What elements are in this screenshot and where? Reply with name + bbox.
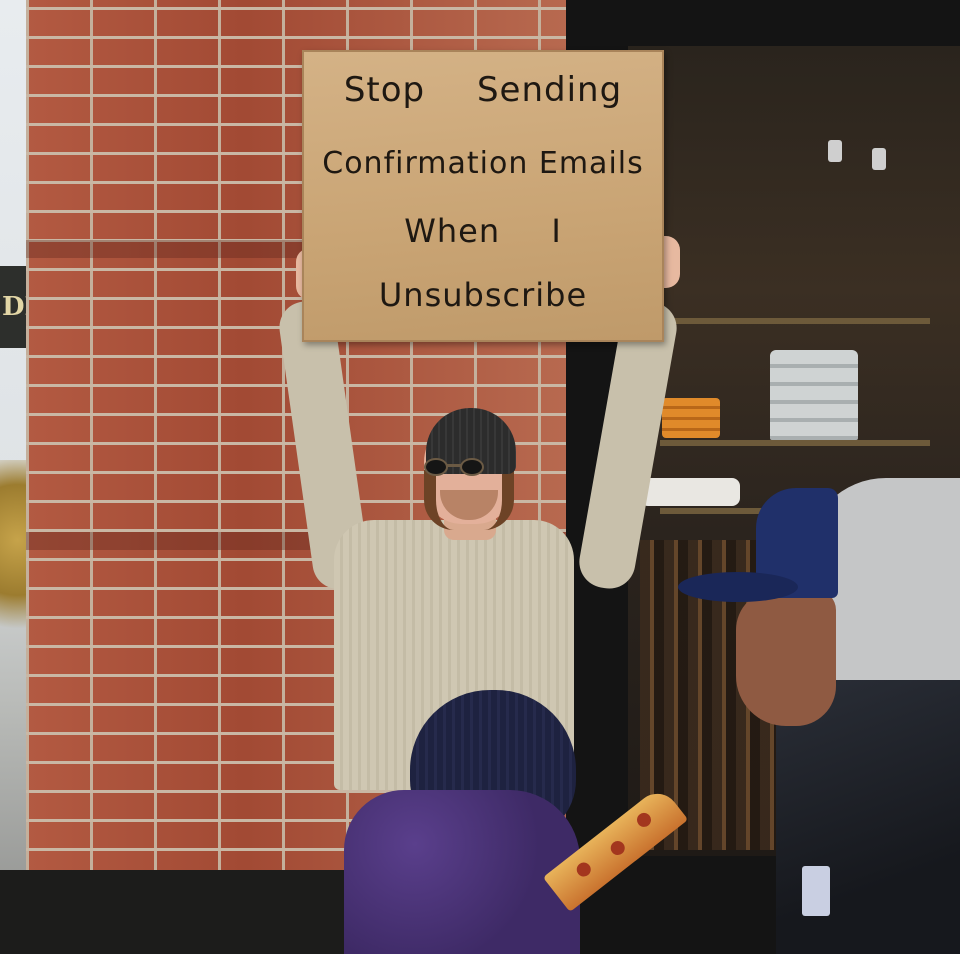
folded-clothes-stack [770,350,858,440]
child-purple-coat [344,790,580,954]
sign-line: Unsubscribe [378,276,588,314]
ceiling-spotlight [872,148,886,170]
cap-brim [678,572,798,602]
jacket-patch [802,866,830,916]
orange-clothes-stack [662,398,720,438]
ceiling-spotlight [828,140,842,162]
sign-line: Confirmation Emails [322,146,644,181]
pepperoni [634,810,654,830]
street-photo: DIT Stop Sending Confirmation Emails Whe… [0,0,960,954]
pepperoni [573,859,594,880]
shelf [660,318,930,324]
pepperoni [607,838,628,858]
sunglasses-lens [424,458,448,476]
white-clothes-pile [640,478,740,506]
sunglasses [424,458,486,476]
cardboard-sign: Stop Sending Confirmation Emails When I … [302,50,664,342]
sunglasses-lens [460,458,484,476]
shelf [660,440,930,446]
hair [424,470,514,530]
sign-line: When I [404,212,562,250]
passerby-face [736,590,836,726]
sign-line: Stop Sending [343,70,623,110]
